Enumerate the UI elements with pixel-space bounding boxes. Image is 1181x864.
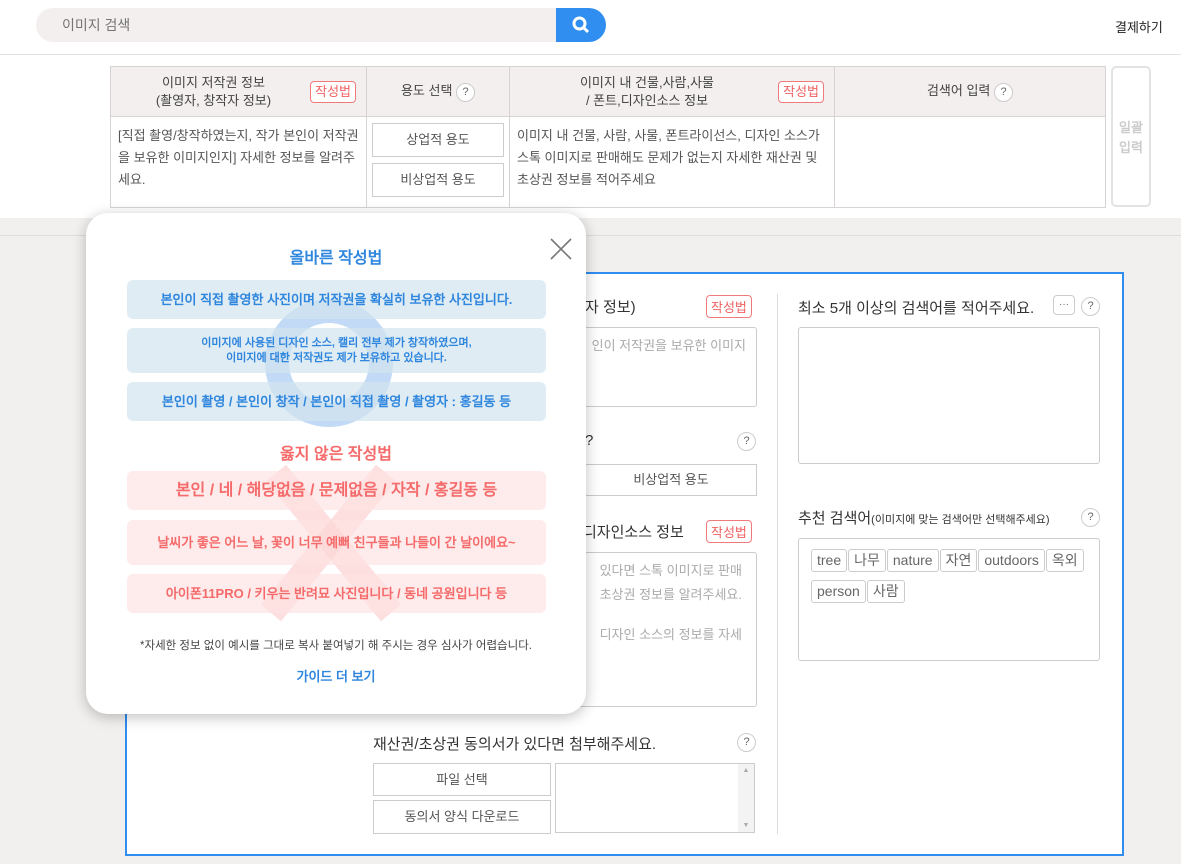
copyright-label: 자 정보) (585, 299, 636, 316)
header-copyright-line1: 이미지 저작권 정보 (162, 74, 265, 90)
header-property: 이미지 내 건물,사람,사물 / 폰트,디자인소스 정보 작성법 (509, 66, 835, 117)
agreement-label: 재산권/초상권 동의서가 있다면 첨부해주세요. (373, 736, 657, 753)
keyword-tag[interactable]: tree (811, 549, 848, 572)
keywords-label: 최소 5개 이상의 검색어를 적어주세요. (798, 300, 1035, 317)
keyword-tag[interactable]: nature (886, 549, 939, 572)
search-input[interactable] (36, 8, 558, 42)
guide-more-link[interactable]: 가이드 더 보기 (86, 666, 586, 685)
header-keywords-label: 검색어 입력 (926, 82, 991, 98)
noncommercial-use-button[interactable]: 비상업적 용도 (372, 163, 504, 197)
writing-guide-popup: 올바른 작성법 본인이 직접 촬영한 사진이며 저작권을 확실히 보유한 사진입… (86, 213, 586, 714)
bulk-input-button[interactable]: 일괄 입력 (1111, 66, 1151, 207)
usage-cell: 상업적 용도 비상업적 용도 (366, 116, 510, 208)
scrollbar[interactable]: ▲ ▼ (738, 764, 754, 832)
keyword-tag[interactable]: 자연 (939, 549, 978, 572)
usage-label: ? (585, 432, 594, 449)
keyword-tag[interactable]: person (811, 580, 866, 603)
download-form-button[interactable]: 동의서 양식 다운로드 (373, 800, 551, 834)
scroll-down-icon[interactable]: ▼ (738, 822, 754, 829)
bad-example: 본인 / 네 / 해당없음 / 문제없음 / 자작 / 홍길동 등 (127, 471, 546, 510)
property-label: 디자인소스 정보 (583, 524, 684, 541)
keyword-tag[interactable]: outdoors (978, 549, 1045, 572)
header-usage: 용도 선택 ? (366, 66, 510, 117)
header-keywords: 검색어 입력 ? (834, 66, 1106, 117)
help-icon[interactable]: ? (737, 432, 756, 451)
column-divider (777, 294, 778, 834)
bad-title: 옳지 않은 작성법 (280, 446, 392, 463)
good-example: 본인이 직접 촬영한 사진이며 저작권을 확실히 보유한 사진입니다. (127, 280, 546, 319)
help-icon[interactable]: ? (737, 733, 756, 752)
commercial-use-button[interactable]: 상업적 용도 (372, 123, 504, 157)
help-icon[interactable]: ? (994, 82, 1014, 102)
keyword-tag[interactable]: 사람 (866, 580, 905, 603)
header-property-line2: / 폰트,디자인소스 정보 (585, 92, 709, 108)
good-example: 본인이 촬영 / 본인이 창작 / 본인이 직접 촬영 / 촬영자 : 홍길동 … (127, 382, 546, 421)
property-cell[interactable]: 이미지 내 건물, 사람, 사물, 폰트라이선스, 디자인 소스가 스톡 이미지… (509, 116, 835, 208)
copyright-cell[interactable]: [직접 촬영/창작하였는지, 작가 본인이 저작권을 보유한 이미지인지] 자세… (110, 116, 367, 208)
scroll-up-icon[interactable]: ▲ (738, 767, 754, 774)
header-property-line1: 이미지 내 건물,사람,사물 (579, 74, 715, 90)
recommended-label: 추천 검색어(이미지에 맞는 검색어만 선택해주세요) (798, 507, 1050, 528)
bad-example: 아이폰11PRO / 키우는 반려묘 사진입니다 / 동네 공원입니다 등 (127, 574, 546, 613)
guide-badge[interactable]: 작성법 (778, 81, 824, 103)
good-example-line: 이미지에 사용된 디자인 소스, 캘리 전부 제가 창작하였으며, (201, 336, 472, 349)
recommended-tags: tree 나무 nature 자연 outdoors 옥외 person 사람 (798, 538, 1100, 661)
file-select-button[interactable]: 파일 선택 (373, 763, 551, 796)
guide-badge[interactable]: 작성법 (706, 295, 752, 318)
header-copyright-line2: (촬영자, 창작자 정보) (155, 92, 272, 108)
attachment-list[interactable]: ▲ ▼ (555, 763, 755, 833)
guide-badge[interactable]: 작성법 (706, 520, 752, 543)
search-icon (572, 16, 590, 34)
good-example: 이미지에 사용된 디자인 소스, 캘리 전부 제가 창작하였으며, 이미지에 대한… (127, 328, 546, 373)
popup-note: *자세한 정보 없이 예시를 그대로 복사 붙여넣기 해 주시는 경우 심사가 … (140, 640, 532, 652)
good-title: 올바른 작성법 (289, 250, 383, 267)
more-button[interactable]: ··· (1053, 295, 1075, 315)
help-icon[interactable]: ? (1081, 508, 1100, 527)
keywords-textarea[interactable] (798, 327, 1100, 464)
recommended-title: 추천 검색어 (798, 510, 872, 527)
keywords-cell[interactable] (834, 116, 1106, 208)
keyword-tag[interactable]: 나무 (848, 549, 886, 572)
search-button[interactable] (556, 8, 606, 42)
header-usage-label: 용도 선택 (400, 82, 453, 98)
bad-example: 날씨가 좋은 어느 날, 꽃이 너무 예뻐 친구들과 나들이 간 날이에요~ (127, 520, 546, 565)
help-icon[interactable]: ? (456, 82, 476, 102)
header-copyright: 이미지 저작권 정보 (촬영자, 창작자 정보) 작성법 (110, 66, 367, 117)
pay-link[interactable]: 결제하기 (1115, 17, 1163, 36)
good-example-line: 이미지에 대한 저작권도 제가 보유하고 있습니다. (226, 351, 447, 364)
keyword-tag[interactable]: 옥외 (1045, 549, 1084, 572)
help-icon[interactable]: ? (1081, 297, 1100, 316)
guide-badge[interactable]: 작성법 (310, 81, 356, 103)
image-info-table: 이미지 저작권 정보 (촬영자, 창작자 정보) 작성법 용도 선택 ? 이미지 … (110, 66, 1106, 208)
recommended-subtitle: (이미지에 맞는 검색어만 선택해주세요) (871, 514, 1050, 526)
